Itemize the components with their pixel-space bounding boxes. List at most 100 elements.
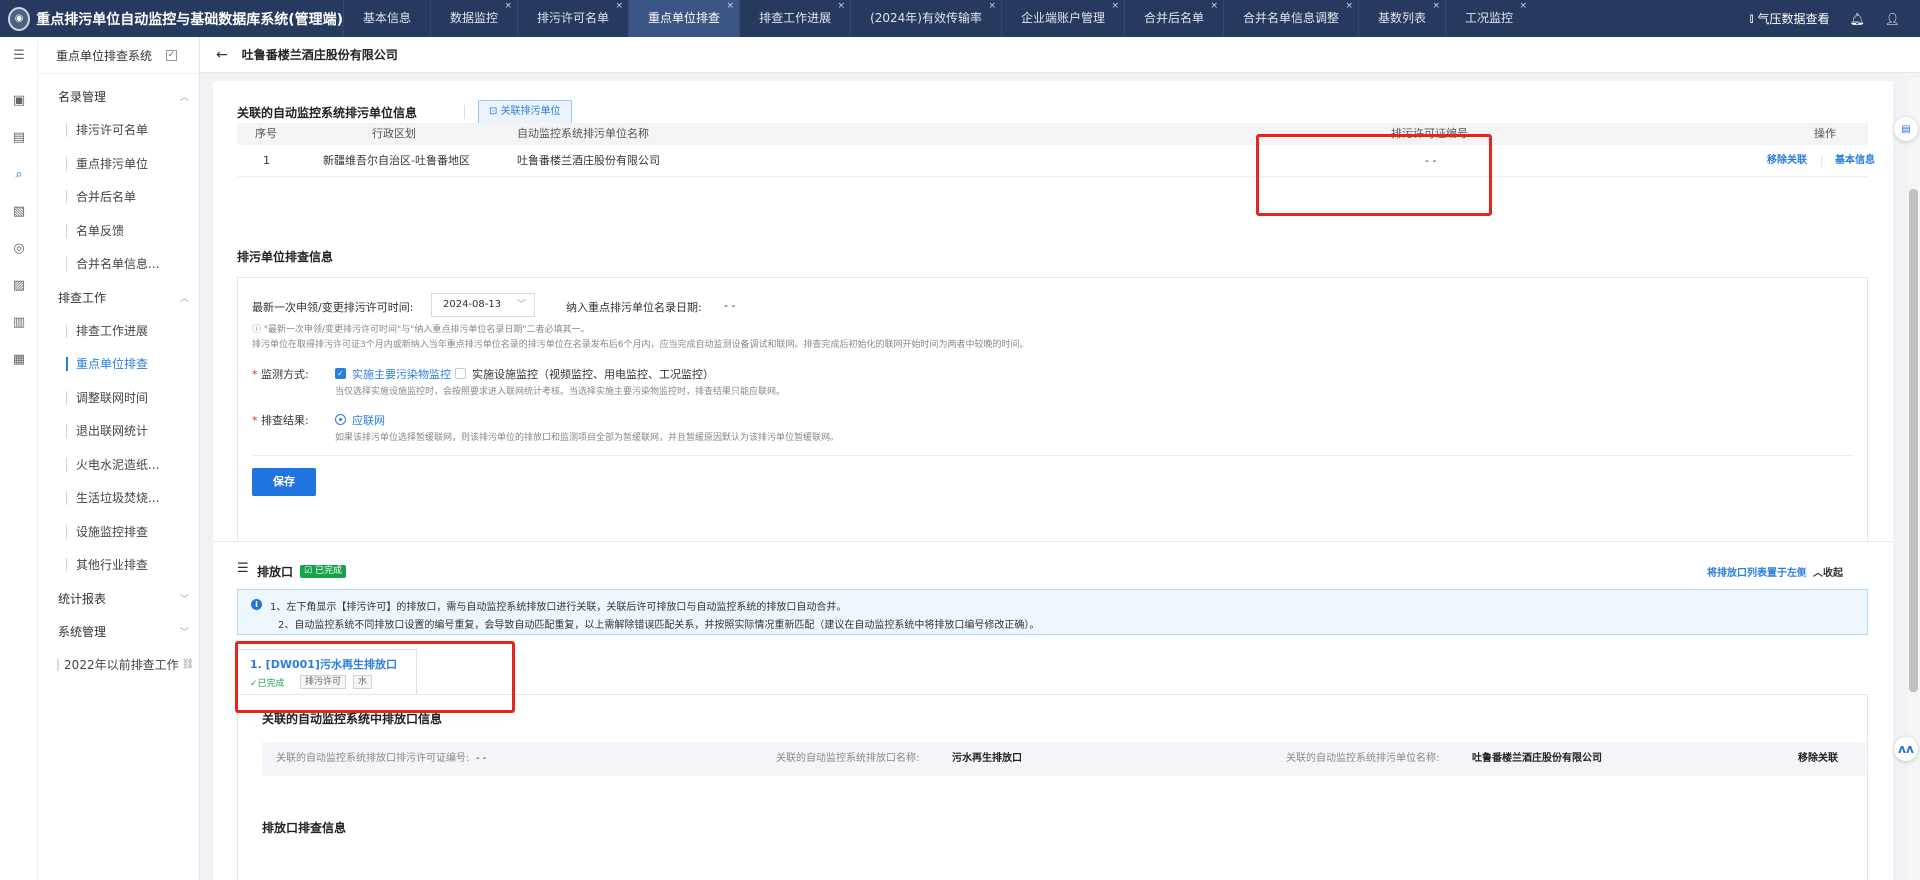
- linked-outlet-info: 关联的自动监控系统排放口排污许可证编号: - - 关联的自动监控系统排放口名称:…: [262, 742, 1867, 776]
- tab-close-icon[interactable]: ×: [1345, 0, 1353, 25]
- tab-close-icon[interactable]: ×: [727, 0, 735, 25]
- chart-icon[interactable]: ▤: [0, 119, 38, 156]
- tab-basic-info[interactable]: 基本信息: [343, 0, 430, 37]
- tab-data-monitor[interactable]: 数据监控 ×: [430, 0, 517, 37]
- outlets-card: ☰ 排放口 ☑ 已完成 将排放口列表置于左侧 | ︿收起 i 1、左下角显示【排…: [213, 541, 1893, 880]
- dashboard-icon[interactable]: ▣: [0, 82, 38, 119]
- result-label: * 排查结果:: [252, 414, 309, 427]
- sidebar-item-power-cement[interactable]: 火电水泥造纸...: [38, 448, 199, 482]
- sidebar-item-adjust-time[interactable]: 调整联网时间: [38, 381, 199, 415]
- unit-info-card: 关联的自动监控系统排污单位信息 ⊡ 关联排污单位 序号 行政区划 自动监控系统排…: [213, 81, 1893, 551]
- notice-line-1: 1、左下角显示【排污许可】的排放口，需与自动监控系统排放口进行关联，关联后许可排…: [270, 602, 847, 613]
- tab-close-icon[interactable]: ×: [988, 0, 996, 25]
- icon-rail: ☰ ▣ ▤ ⌕ ▧ ◎ ▨ ▥ ▦: [0, 37, 38, 880]
- tab-base-list[interactable]: 基数列表 ×: [1358, 0, 1445, 37]
- status-badge: ☑ 已完成: [300, 565, 346, 578]
- sidebar-menu: 重点单位排查系统 ✓ 名录管理 ︿ 排污许可名单 重点排污单位 合并后名单 名单反…: [38, 37, 199, 681]
- image-icon[interactable]: ▨: [0, 267, 38, 304]
- sidebar-item-merged-list[interactable]: 合并后名单: [38, 180, 199, 214]
- action-separator: |: [1820, 154, 1824, 167]
- result-hint: 如果该排污单位选择暂缓联网，则该排污单位的排放口和监测项目全部为暂缓联网，并且暂…: [335, 433, 840, 443]
- sidebar-item-list-feedback[interactable]: 名单反馈: [38, 214, 199, 248]
- col-unit-name: 自动监控系统排污单位名称: [517, 127, 649, 140]
- sidebar-item-permit-list[interactable]: 排污许可名单: [38, 113, 199, 147]
- result-option[interactable]: 应联网: [352, 412, 385, 428]
- tab-close-icon[interactable]: ×: [838, 0, 846, 25]
- link-unit-button[interactable]: ⊡ 关联排污单位: [478, 100, 572, 124]
- tab-key-unit-inspection[interactable]: 重点单位排查 ×: [628, 0, 740, 37]
- app-logo-area: ◉ 重点排污单位自动监控与基础数据库系统(管理端): [0, 0, 343, 37]
- checkbox-pollutant-monitor[interactable]: ✓: [335, 368, 346, 379]
- user-icon[interactable]: 👤︎: [1885, 12, 1900, 26]
- tab-inspection-progress[interactable]: 排查工作进展 ×: [739, 0, 850, 37]
- report-icon[interactable]: ▥: [0, 304, 38, 341]
- tab-close-icon[interactable]: ×: [1520, 0, 1528, 25]
- float-menu-icon[interactable]: ▤: [1894, 117, 1918, 141]
- sidebar-item-progress[interactable]: 排查工作进展: [38, 314, 199, 348]
- sidebar-item-facility-monitor[interactable]: 设施监控排查: [38, 515, 199, 549]
- scrollbar-thumb[interactable]: [1909, 189, 1918, 692]
- sidebar-item-key-unit-inspection[interactable]: 重点单位排查: [38, 347, 199, 381]
- breadcrumb: ← 吐鲁番楼兰酒庄股份有限公司: [200, 37, 1920, 73]
- sidebar-group-reports[interactable]: 统计报表 ﹀: [38, 582, 199, 615]
- save-button[interactable]: 保存: [252, 468, 316, 496]
- emblem-icon: ◉: [8, 6, 31, 31]
- tab-transmission-rate[interactable]: (2024年)有效传输率 ×: [850, 0, 1001, 37]
- monitor-hint: 当仅选择实施设施监控时，会按照要求进入联网统计考核。当选择实施主要污染物监控时，…: [335, 387, 786, 397]
- sidebar-group-directory[interactable]: 名录管理 ︿: [38, 80, 199, 113]
- collapse-link[interactable]: ︿收起: [1813, 564, 1843, 579]
- facility-monitor-option[interactable]: 实施设施监控（视频监控、用电监控、工况监控）: [472, 366, 714, 382]
- tab-close-icon[interactable]: ×: [504, 0, 512, 25]
- linked-units-title: 关联的自动监控系统排污单位信息: [237, 106, 418, 120]
- tab-condition-monitor[interactable]: 工况监控 ×: [1445, 0, 1532, 37]
- col-actions: 操作: [1814, 127, 1836, 140]
- sidebar-group-inspection[interactable]: 排查工作 ︿: [38, 281, 199, 314]
- checkbox-facility-monitor[interactable]: [455, 368, 466, 379]
- tab-permit-list[interactable]: 排污许可名单 ×: [517, 0, 628, 37]
- sidebar-item-waste-incineration[interactable]: 生活垃圾焚烧...: [38, 481, 199, 515]
- menu-toggle-icon[interactable]: ☰: [0, 37, 38, 74]
- sidebar-item-merged-info[interactable]: 合并名单信息...: [38, 247, 199, 281]
- document-search-icon[interactable]: ▧: [0, 193, 38, 230]
- move-list-left-link[interactable]: 将排放口列表置于左侧: [1707, 564, 1807, 579]
- last-apply-date-select[interactable]: 2024-08-13 ﹀: [431, 293, 535, 317]
- system-selector[interactable]: 重点单位排查系统 ✓: [38, 37, 199, 74]
- inspection-panel: 最新一次申领/变更排污许可时间: 2024-08-13 ﹀ 纳入重点排污单位名录…: [237, 277, 1868, 543]
- tab-merged-list-adjust[interactable]: 合并名单信息调整 ×: [1223, 0, 1358, 37]
- deadline-note: 排污单位在取得排污许可证3个月内或新纳入当年重点排污单位名录的排污单位在名录发布…: [252, 340, 1029, 350]
- stats-icon[interactable]: ▦: [0, 341, 38, 378]
- sidebar-item-other-industry[interactable]: 其他行业排查: [38, 548, 199, 582]
- remove-link-button[interactable]: 移除关联: [1767, 145, 1807, 177]
- col-index: 序号: [255, 127, 277, 140]
- tab-close-icon[interactable]: ×: [1111, 0, 1119, 25]
- cell-unit-name: 吐鲁番楼兰酒庄股份有限公司: [517, 154, 660, 167]
- radio-should-connect[interactable]: [335, 414, 346, 425]
- tab-close-icon[interactable]: ×: [1210, 0, 1218, 25]
- sidebar-item-key-units[interactable]: 重点排污单位: [38, 147, 199, 181]
- tab-account-management[interactable]: 企业端账户管理 ×: [1000, 0, 1124, 37]
- divider: [252, 455, 1853, 456]
- checkbox-icon[interactable]: ✓: [166, 49, 178, 61]
- outlet-name-value: 污水再生排放口: [952, 753, 1022, 764]
- unit-name-value: 吐鲁番楼兰酒庄股份有限公司: [1472, 753, 1602, 764]
- bell-icon[interactable]: 🔔︎: [1850, 12, 1865, 26]
- back-arrow-icon[interactable]: ←: [216, 47, 228, 63]
- remove-outlet-link[interactable]: 移除关联: [1798, 742, 1838, 776]
- highlight-box: [235, 641, 515, 713]
- pressure-data-link[interactable]: ⫾ 气压数据查看: [1750, 10, 1830, 27]
- outlet-detail-panel: 关联的自动监控系统中排放口信息 关联的自动监控系统排放口排污许可证编号: - -…: [237, 694, 1868, 880]
- chart-icon: ⫾: [1749, 11, 1754, 25]
- target-icon[interactable]: ◎: [0, 230, 38, 267]
- pollutant-monitor-option[interactable]: 实施主要污染物监控: [352, 366, 451, 382]
- sidebar-item-exit-stats[interactable]: 退出联网统计: [38, 414, 199, 448]
- sidebar-group-system[interactable]: 系统管理 ﹀: [38, 615, 199, 648]
- inspect-icon[interactable]: ⌕: [0, 156, 38, 193]
- sidebar-item-legacy[interactable]: | 2022年以前排查工作 ⛓︎: [38, 648, 199, 681]
- tab-close-icon[interactable]: ×: [616, 0, 624, 25]
- tab-close-icon[interactable]: ×: [1433, 0, 1441, 25]
- assistant-icon[interactable]: ʌʌ: [1894, 737, 1918, 761]
- link-icon: ⛓︎: [181, 658, 195, 670]
- basic-info-link[interactable]: 基本信息: [1835, 145, 1875, 177]
- cell-region: 新疆维吾尔自治区-吐鲁番地区: [323, 154, 470, 167]
- tab-merged-list[interactable]: 合并后名单 ×: [1124, 0, 1223, 37]
